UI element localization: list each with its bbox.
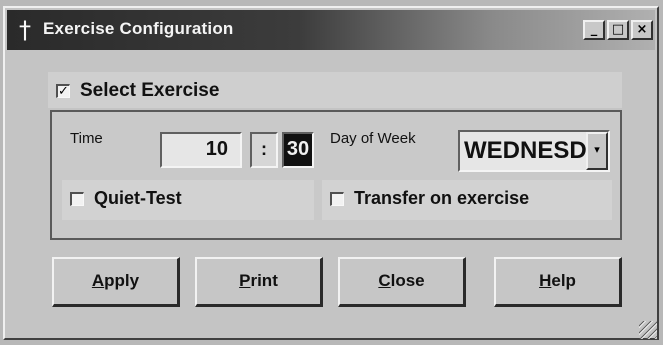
print-label: rint [250,271,278,290]
time-separator: : [250,132,278,168]
resize-grip-icon[interactable] [639,321,657,339]
time-label: Time [70,130,103,147]
maximize-button[interactable]: □ [607,20,629,40]
transfer-on-exercise-checkbox[interactable] [330,192,344,206]
print-mnemonic: P [239,271,251,290]
close-mnemonic: C [378,271,391,290]
apply-mnemonic: A [91,271,105,290]
select-exercise-label[interactable]: Select Exercise [80,80,219,102]
window-title: Exercise Configuration [43,19,234,38]
dagger-icon[interactable]: † [15,17,35,43]
day-of-week-label: Day of Week [330,130,416,147]
close-button[interactable]: Close [338,257,466,307]
help-button[interactable]: Help [494,257,622,307]
select-exercise-checkbox[interactable]: ✓ [56,84,70,98]
hour-field[interactable]: 10 [160,132,242,168]
title-bar[interactable]: † Exercise Configuration _ □ × [7,10,655,50]
day-of-week-select[interactable]: WEDNESD ▾ [458,130,610,172]
quiet-test-checkbox[interactable] [70,192,84,206]
close-window-button[interactable]: × [631,20,653,40]
apply-label: pply [104,271,140,290]
close-label: lose [390,271,425,290]
chevron-down-icon[interactable]: ▾ [586,132,608,170]
help-label: elp [551,271,576,290]
print-button[interactable]: Print [195,257,323,307]
help-mnemonic: H [539,271,552,290]
minute-field[interactable]: 30 [282,132,314,168]
day-of-week-value: WEDNESD [464,137,587,164]
transfer-on-exercise-label[interactable]: Transfer on exercise [354,188,529,209]
minimize-button[interactable]: _ [583,20,605,40]
quiet-test-label[interactable]: Quiet-Test [94,188,182,209]
apply-button[interactable]: Apply [52,257,180,307]
